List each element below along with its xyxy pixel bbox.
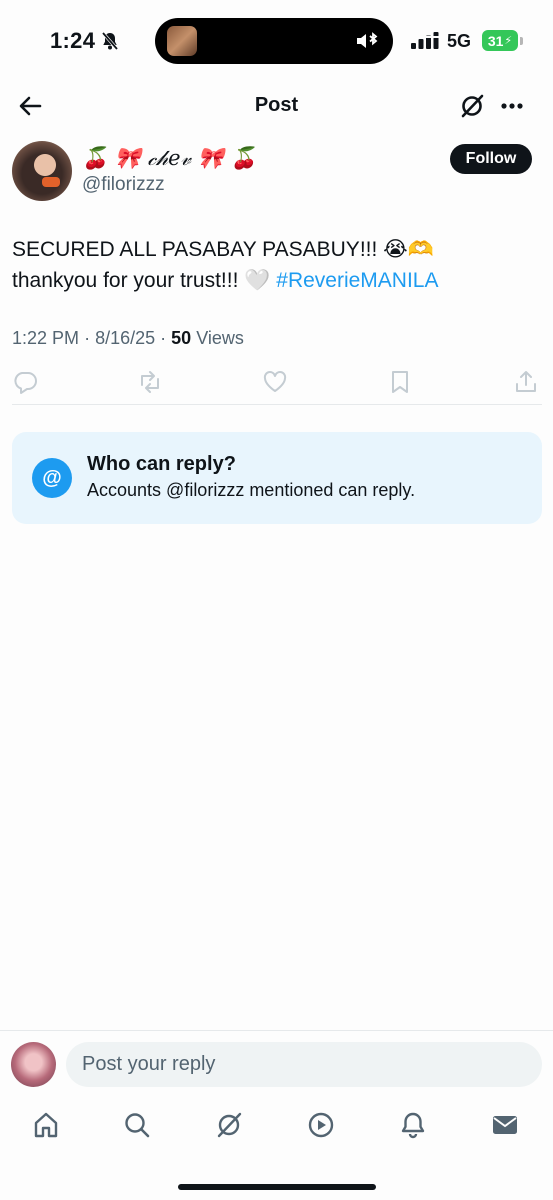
post-time[interactable]: 1:22 PM bbox=[12, 328, 79, 348]
author-display-name[interactable]: 🍒 🎀 𝒸𝒽𝑒𝓋 🎀 🍒 bbox=[82, 146, 257, 171]
reply-bar: Post your reply bbox=[0, 1030, 553, 1096]
messages-icon[interactable] bbox=[490, 1110, 520, 1140]
who-can-reply-card: @ Who can reply? Accounts @filorizzz men… bbox=[12, 432, 542, 524]
avatar-detail bbox=[42, 177, 60, 187]
media-thumbnail bbox=[167, 26, 197, 56]
status-bar: 1:24 5G 31 ⚡ bbox=[0, 0, 553, 82]
status-time: 1:24 bbox=[50, 28, 96, 53]
post-text: SECURED ALL PASABAY PASABUY!!! 😭🫶 thanky… bbox=[12, 234, 542, 296]
hashtag-link[interactable]: #ReverieMANILA bbox=[276, 269, 438, 292]
reply-icon[interactable] bbox=[12, 369, 38, 395]
like-icon[interactable] bbox=[262, 369, 288, 395]
repost-icon[interactable] bbox=[137, 369, 163, 395]
battery-cap bbox=[520, 37, 523, 45]
home-icon[interactable] bbox=[31, 1110, 61, 1140]
post-meta: 1:22 PM · 8/16/25 · 50 Views bbox=[12, 328, 244, 349]
post-text-line: thankyou for your trust!!! 🤍 #ReverieMAN… bbox=[12, 265, 542, 296]
who-can-reply-title: Who can reply? bbox=[87, 453, 236, 475]
bookmark-icon[interactable] bbox=[387, 369, 413, 395]
cellular-signal-icon bbox=[411, 32, 439, 50]
divider bbox=[12, 404, 542, 405]
home-indicator[interactable] bbox=[178, 1184, 376, 1190]
reply-input[interactable]: Post your reply bbox=[66, 1042, 542, 1087]
battery-level: 31 bbox=[487, 32, 504, 49]
post-header: Post bbox=[0, 84, 553, 128]
grok-icon[interactable] bbox=[458, 92, 486, 120]
bottom-tab-bar bbox=[0, 1096, 553, 1200]
at-mention-icon: @ bbox=[32, 458, 72, 498]
bluetooth-icon bbox=[355, 31, 379, 51]
user-avatar[interactable] bbox=[11, 1042, 56, 1087]
author-handle[interactable]: @filorizzz bbox=[82, 174, 165, 196]
follow-button[interactable]: Follow bbox=[450, 144, 532, 174]
post-date[interactable]: 8/16/25 bbox=[95, 328, 155, 348]
dynamic-island[interactable] bbox=[155, 18, 393, 64]
post-text-fragment: thankyou for your trust!!! 🤍 bbox=[12, 269, 277, 292]
bell-off-icon bbox=[100, 31, 120, 51]
grok-icon[interactable] bbox=[214, 1110, 244, 1140]
views-count: 50 bbox=[171, 328, 192, 348]
more-icon[interactable] bbox=[498, 92, 526, 120]
post-text-line: SECURED ALL PASABAY PASABUY!!! 😭🫶 bbox=[12, 238, 434, 261]
post-actions bbox=[0, 369, 553, 395]
notifications-icon[interactable] bbox=[398, 1110, 428, 1140]
search-icon[interactable] bbox=[122, 1110, 152, 1140]
author-avatar[interactable] bbox=[12, 141, 72, 201]
meta-separator: · bbox=[84, 328, 91, 348]
network-type: 5G bbox=[447, 31, 472, 51]
meta-separator: · bbox=[160, 328, 167, 348]
who-can-reply-description: Accounts @filorizzz mentioned can reply. bbox=[87, 480, 416, 500]
battery-indicator: 31 ⚡ bbox=[482, 30, 518, 51]
video-icon[interactable] bbox=[306, 1110, 336, 1140]
share-icon[interactable] bbox=[513, 369, 539, 395]
views-label: Views bbox=[196, 328, 244, 348]
